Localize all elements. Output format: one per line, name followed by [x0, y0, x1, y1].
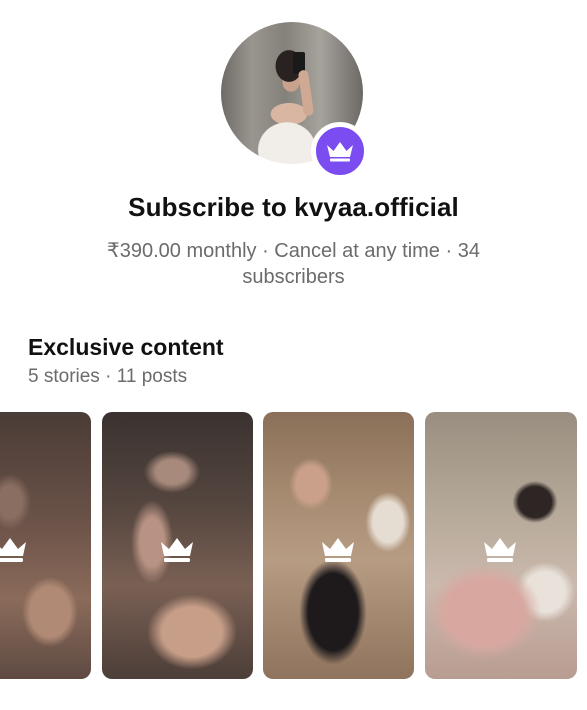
exclusive-thumbnail[interactable] [425, 412, 577, 679]
subscribe-title: Subscribe to kvyaa.official [128, 192, 459, 222]
subscription-details: ₹390.00 monthly · Cancel at any time · 3… [107, 240, 480, 288]
exclusive-thumbnails-row [0, 412, 587, 680]
exclusive-thumbnail[interactable] [0, 412, 91, 679]
exclusive-content-heading: Exclusive content [28, 334, 224, 360]
crown-icon [327, 142, 353, 162]
exclusive-thumbnail[interactable] [263, 412, 414, 679]
profile-avatar-container [221, 22, 369, 180]
crown-icon [161, 538, 193, 562]
subscriber-crown-badge [311, 122, 369, 180]
crown-icon [0, 538, 26, 562]
exclusive-thumbnail[interactable] [102, 412, 253, 679]
avatar-photo-detail-arm [297, 69, 315, 117]
crown-icon [484, 538, 516, 562]
crown-icon [322, 538, 354, 562]
exclusive-content-counts: 5 stories · 11 posts [28, 366, 188, 387]
